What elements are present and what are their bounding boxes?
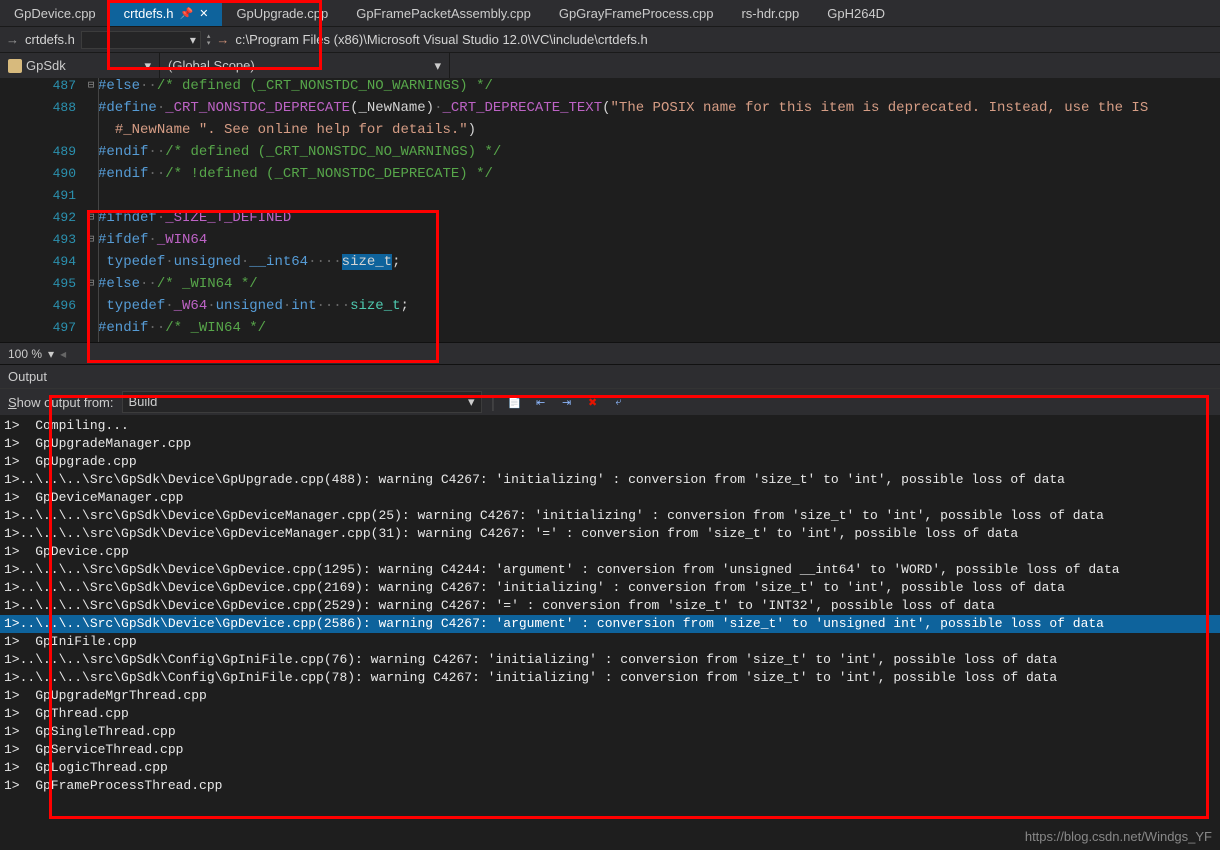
output-line[interactable]: 1> GpThread.cpp: [0, 705, 1220, 723]
line-number: 496: [0, 298, 84, 313]
code-line[interactable]: 490 #endif··/* !defined (_CRT_NONSTDC_DEP…: [0, 166, 1220, 188]
next-message-icon[interactable]: ⇥: [558, 393, 576, 411]
output-line[interactable]: 1>..\..\..\Src\GpSdk\Device\GpUpgrade.cp…: [0, 471, 1220, 489]
line-number: 494: [0, 254, 84, 269]
zoom-level[interactable]: 100 %: [8, 347, 42, 361]
output-line[interactable]: 1>..\..\..\src\GpSdk\Config\GpIniFile.cp…: [0, 651, 1220, 669]
code-line[interactable]: 489 #endif··/* defined (_CRT_NONSTDC_NO_W…: [0, 144, 1220, 166]
code-line[interactable]: 497 #endif··/* _WIN64 */: [0, 320, 1220, 342]
watermark-text: https://blog.csdn.net/Windgs_YF: [1025, 829, 1212, 844]
code-content[interactable]: #ifndef·_SIZE_T_DEFINED: [98, 210, 291, 226]
scroll-left-icon[interactable]: ◂: [60, 347, 66, 361]
output-line[interactable]: 1>..\..\..\Src\GpSdk\Device\GpDevice.cpp…: [0, 561, 1220, 579]
code-content[interactable]: #else··/* defined (_CRT_NONSTDC_NO_WARNI…: [98, 78, 493, 94]
code-line[interactable]: #_NewName ". See online help for details…: [0, 122, 1220, 144]
nav-file-label[interactable]: crtdefs.h: [25, 32, 75, 47]
output-line[interactable]: 1>..\..\..\Src\GpSdk\Device\GpDevice.cpp…: [0, 579, 1220, 597]
tab-gpgrayframeprocess-cpp[interactable]: GpGrayFrameProcess.cpp: [545, 0, 728, 26]
output-line[interactable]: 1>..\..\..\src\GpSdk\Config\GpIniFile.cp…: [0, 669, 1220, 687]
editor-status-bar: 100 % ▾ ◂: [0, 342, 1220, 364]
nav-path-label: c:\Program Files (x86)\Microsoft Visual …: [235, 32, 647, 47]
output-panel-title: Output: [0, 364, 1220, 388]
code-content[interactable]: #else··/* _WIN64 */: [98, 276, 258, 292]
code-line[interactable]: 493⊟#ifdef·_WIN64: [0, 232, 1220, 254]
output-line[interactable]: 1>..\..\..\Src\GpSdk\Device\GpDevice.cpp…: [0, 615, 1220, 633]
output-line[interactable]: 1> Compiling...: [0, 417, 1220, 435]
navigation-bar: → crtdefs.h ▾ ▴▾ → c:\Program Files (x86…: [0, 26, 1220, 52]
code-content[interactable]: #define·_CRT_NONSTDC_DEPRECATE(_NewName)…: [98, 100, 1148, 116]
code-content[interactable]: #_NewName ". See online help for details…: [98, 122, 476, 138]
output-line[interactable]: 1> GpIniFile.cpp: [0, 633, 1220, 651]
tab-gpupgrade-cpp[interactable]: GpUpgrade.cpp: [222, 0, 342, 26]
line-number: 491: [0, 188, 84, 203]
code-line[interactable]: 491: [0, 188, 1220, 210]
toggle-wrap-icon[interactable]: ⤶: [610, 393, 628, 411]
code-line[interactable]: 488 #define·_CRT_NONSTDC_DEPRECATE(_NewNa…: [0, 100, 1220, 122]
code-content[interactable]: #ifdef·_WIN64: [98, 232, 207, 248]
fold-toggle-icon[interactable]: ⊟: [84, 210, 98, 224]
line-number: 492: [0, 210, 84, 225]
output-line[interactable]: 1> GpDevice.cpp: [0, 543, 1220, 561]
code-content[interactable]: #endif··/* !defined (_CRT_NONSTDC_DEPREC…: [98, 166, 493, 182]
code-line[interactable]: 496 typedef·_W64·unsigned·int····size_t;: [0, 298, 1220, 320]
line-number: 497: [0, 320, 84, 335]
code-content[interactable]: typedef·unsigned·__int64····size_t;: [98, 254, 401, 270]
output-line[interactable]: 1> GpSingleThread.cpp: [0, 723, 1220, 741]
output-text[interactable]: 1> Compiling...1> GpUpgradeManager.cpp1>…: [0, 415, 1220, 809]
pin-icon[interactable]: 📌: [180, 7, 194, 20]
close-icon[interactable]: ✕: [199, 7, 208, 20]
project-icon: [8, 59, 22, 73]
line-number: 490: [0, 166, 84, 181]
fold-toggle-icon[interactable]: ⊟: [84, 232, 98, 246]
output-line[interactable]: 1> GpUpgrade.cpp: [0, 453, 1220, 471]
output-line[interactable]: 1> GpUpgradeMgrThread.cpp: [0, 687, 1220, 705]
code-line[interactable]: 492⊟#ifndef·_SIZE_T_DEFINED: [0, 210, 1220, 232]
output-line[interactable]: 1> GpFrameProcessThread.cpp: [0, 777, 1220, 795]
output-line[interactable]: 1> GpUpgradeManager.cpp: [0, 435, 1220, 453]
nav-arrow-icon: →: [216, 32, 229, 47]
output-line[interactable]: 1>..\..\..\src\GpSdk\Device\GpDeviceMana…: [0, 507, 1220, 525]
tab-crtdefs-h[interactable]: crtdefs.h📌✕: [110, 0, 223, 26]
tab-gpframepacketassembly-cpp[interactable]: GpFramePacketAssembly.cpp: [342, 0, 545, 26]
zoom-dropdown-icon[interactable]: ▾: [48, 347, 54, 361]
tab-gph264d[interactable]: GpH264D: [813, 0, 899, 26]
fold-margin-line: [98, 78, 99, 342]
prev-message-icon[interactable]: ⇤: [532, 393, 550, 411]
find-message-icon[interactable]: 📄: [506, 393, 524, 411]
document-tabs: GpDevice.cppcrtdefs.h📌✕GpUpgrade.cppGpFr…: [0, 0, 1220, 26]
line-number: 489: [0, 144, 84, 159]
code-content[interactable]: #endif··/* _WIN64 */: [98, 320, 266, 336]
output-line[interactable]: 1> GpLogicThread.cpp: [0, 759, 1220, 777]
output-line[interactable]: 1> GpDeviceManager.cpp: [0, 489, 1220, 507]
nav-spin[interactable]: ▴▾: [207, 33, 211, 47]
nav-member-dropdown[interactable]: ▾: [81, 31, 201, 49]
project-scope-dropdown[interactable]: GpSdk ▾: [0, 53, 160, 78]
code-content[interactable]: #endif··/* defined (_CRT_NONSTDC_NO_WARN…: [98, 144, 501, 160]
fold-toggle-icon[interactable]: ⊟: [84, 78, 98, 92]
nav-back-icon[interactable]: →: [6, 32, 19, 47]
code-line[interactable]: 495⊟#else··/* _WIN64 */: [0, 276, 1220, 298]
output-line[interactable]: 1>..\..\..\Src\GpSdk\Device\GpDevice.cpp…: [0, 597, 1220, 615]
scope-bar: GpSdk ▾ (Global Scope)▾: [0, 52, 1220, 78]
global-scope-dropdown[interactable]: (Global Scope)▾: [160, 53, 450, 78]
line-number: 488: [0, 100, 84, 115]
fold-toggle-icon[interactable]: ⊟: [84, 276, 98, 290]
output-source-dropdown[interactable]: Build▾: [122, 391, 482, 413]
line-number: 493: [0, 232, 84, 247]
code-line[interactable]: 487⊟#else··/* defined (_CRT_NONSTDC_NO_W…: [0, 78, 1220, 100]
line-number: 487: [0, 78, 84, 93]
code-line[interactable]: 494 typedef·unsigned·__int64····size_t;: [0, 254, 1220, 276]
show-output-label: Show output from:: [8, 395, 114, 410]
output-line[interactable]: 1> GpServiceThread.cpp: [0, 741, 1220, 759]
output-toolbar: Show output from: Build▾ │ 📄 ⇤ ⇥ ✖ ⤶: [0, 388, 1220, 415]
output-line[interactable]: 1>..\..\..\src\GpSdk\Device\GpDeviceMana…: [0, 525, 1220, 543]
code-content[interactable]: typedef·_W64·unsigned·int····size_t;: [98, 298, 409, 314]
tab-gpdevice-cpp[interactable]: GpDevice.cpp: [0, 0, 110, 26]
code-editor[interactable]: 487⊟#else··/* defined (_CRT_NONSTDC_NO_W…: [0, 78, 1220, 342]
clear-all-icon[interactable]: ✖: [584, 393, 602, 411]
tab-rs-hdr-cpp[interactable]: rs-hdr.cpp: [727, 0, 813, 26]
line-number: 495: [0, 276, 84, 291]
